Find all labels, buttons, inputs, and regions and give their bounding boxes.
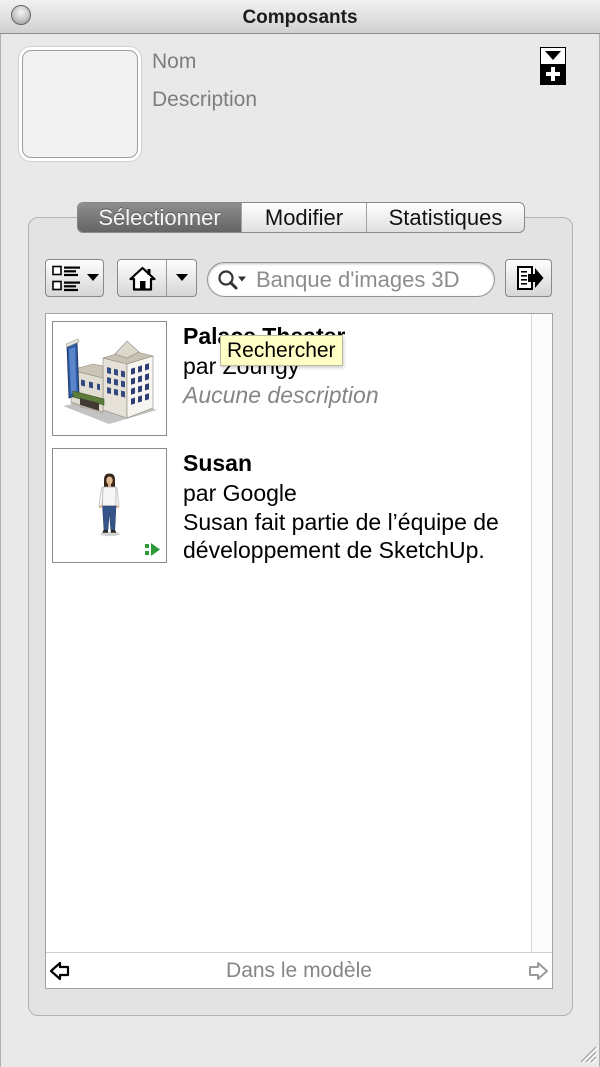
search-input[interactable]: [256, 263, 488, 296]
list-footer: Dans le modèle: [46, 952, 552, 988]
component-item[interactable]: Susan par Google Susan fait partie de l’…: [46, 448, 531, 575]
component-list: Palace Theater par Zoungy Aucune descrip…: [45, 313, 553, 989]
forward-button[interactable]: [527, 960, 549, 982]
description-label: Description: [152, 88, 258, 111]
component-description: Susan fait partie de l’équipe de dévelop…: [183, 509, 499, 563]
component-title: Susan: [183, 450, 253, 476]
chevron-down-icon: [176, 274, 188, 281]
resize-grip-icon: [580, 1046, 598, 1064]
window-title: Composants: [242, 7, 358, 28]
home-icon: [129, 266, 156, 291]
component-info: Susan par Google Susan fait partie de l’…: [183, 448, 529, 564]
title-bar[interactable]: Composants: [0, 0, 600, 34]
component-thumbnail: [52, 321, 167, 436]
navigation-dropdown-button[interactable]: [167, 260, 196, 296]
tab-statistics[interactable]: Statistiques: [366, 203, 524, 232]
mode-tabs: Sélectionner Modifier Statistiques: [77, 202, 525, 233]
components-window: Composants Nom Description Sélectionner …: [0, 0, 600, 1067]
component-author: par Google: [183, 480, 297, 506]
dynamic-component-icon: [145, 543, 160, 556]
collection-label: Dans le modèle: [226, 959, 372, 982]
component-list-content[interactable]: Palace Theater par Zoungy Aucune descrip…: [46, 314, 531, 952]
list-view-icon: [52, 265, 80, 292]
chevron-down-icon: [87, 274, 99, 281]
details-toggle-button[interactable]: [540, 47, 566, 85]
component-thumbnail: [52, 448, 167, 563]
search-icon[interactable]: [217, 269, 249, 291]
page-arrow-right-icon: [517, 266, 544, 290]
resize-grip[interactable]: [576, 1042, 598, 1064]
name-label: Nom: [152, 50, 197, 73]
tab-edit[interactable]: Modifier: [241, 203, 366, 232]
search-field[interactable]: [207, 262, 495, 297]
tab-select[interactable]: Sélectionner: [78, 203, 241, 232]
scrollbar[interactable]: [531, 314, 552, 952]
details-toggle-icon: [540, 47, 566, 85]
home-button[interactable]: [118, 260, 167, 296]
navigation-button-group: [117, 259, 197, 297]
arrow-right-icon: [529, 962, 548, 980]
view-options-button[interactable]: [45, 259, 104, 297]
theater-building-thumbnail: [63, 338, 157, 424]
component-preview: [22, 50, 138, 158]
search-tooltip: Rechercher: [220, 335, 343, 366]
secondary-pane-button[interactable]: [505, 259, 552, 297]
component-description: Aucune description: [183, 382, 379, 408]
